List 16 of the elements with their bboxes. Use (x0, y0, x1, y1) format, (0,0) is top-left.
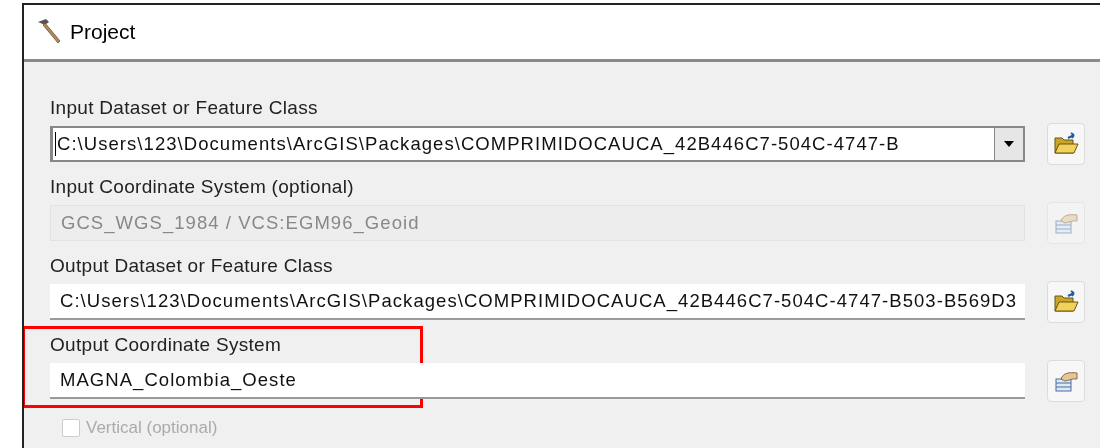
browse-button[interactable] (1047, 123, 1085, 165)
window-title: Project (70, 20, 136, 44)
input-field[interactable]: MAGNA_Colombia_Oeste (50, 363, 1025, 399)
parameter-label: Input Coordinate System (optional) (50, 176, 355, 198)
parameter-label: Output Coordinate System (50, 334, 283, 356)
folder-icon (1053, 132, 1079, 156)
browse-button[interactable] (1047, 281, 1085, 323)
properties-icon (1053, 369, 1079, 393)
properties-button[interactable] (1047, 360, 1085, 402)
input-field[interactable]: C:\Users\123\Documents\ArcGIS\Packages\COMPRIMIDOCAUCA_42B446C7-504C-4747-B503-B569D3 (50, 284, 1025, 320)
properties-icon (1053, 211, 1079, 235)
folder-icon (1053, 290, 1079, 314)
dataset-dropdown[interactable]: C:\Users\123\Documents\ArcGIS\Packages\COMPRIMIDOCAUCA_42B446C7-504C-4747-B (50, 126, 1025, 162)
parameter-label: Output Dataset or Feature Class (50, 255, 334, 277)
parameter-label: Input Dataset or Feature Class (50, 97, 319, 119)
checkbox-label: Vertical (optional) (86, 418, 218, 438)
